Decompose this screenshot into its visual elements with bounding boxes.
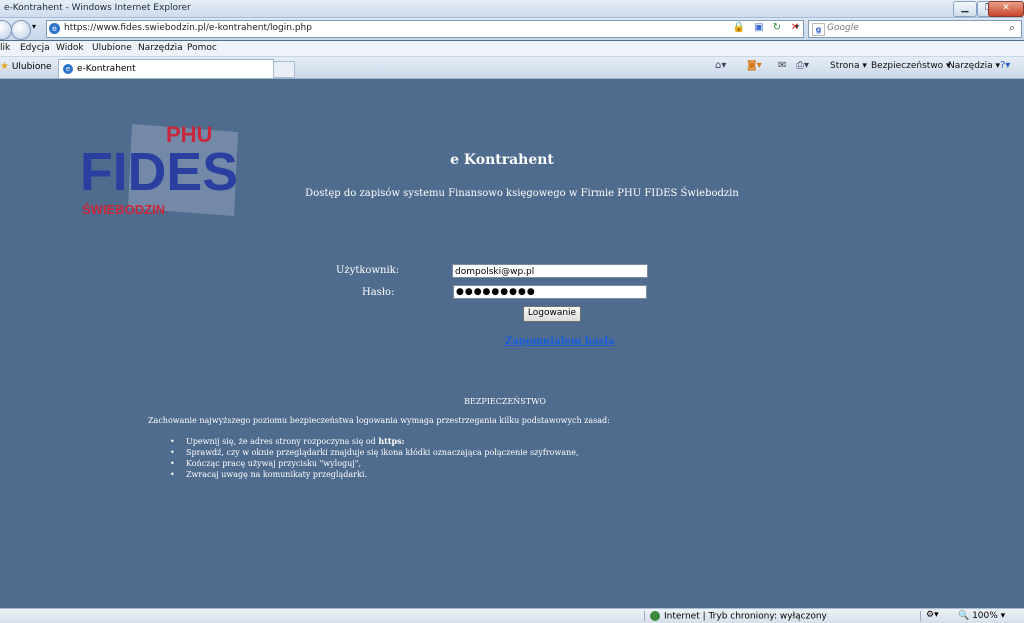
status-separator: [920, 611, 921, 621]
favorites-button[interactable]: ★ Ulubione: [0, 61, 52, 72]
username-input[interactable]: dompolski@wp.pl: [452, 264, 648, 278]
forward-button[interactable]: [11, 20, 31, 40]
page-title: e Kontrahent: [450, 152, 554, 168]
compatibility-view-icon[interactable]: ▣: [752, 21, 766, 35]
menu-tools[interactable]: Narzędzia: [138, 43, 183, 53]
safety-menu[interactable]: Bezpieczeństwo ▾: [871, 61, 951, 71]
tab-label: e-Kontrahent: [77, 64, 136, 74]
search-icon[interactable]: ⌕: [1009, 21, 1015, 35]
forgot-password-link[interactable]: Zapomniałem hasła: [505, 336, 615, 347]
menu-bar: lik Edycja Widok Ulubione Narzędzia Pomo…: [0, 41, 1024, 57]
refresh-icon[interactable]: ↻: [770, 21, 784, 35]
address-row: ▾ e https://www.fides.swiebodzin.pl/e-ko…: [0, 18, 1024, 40]
list-item: Zwracaj uwagę na komunikaty przeglądarki…: [170, 469, 579, 480]
security-heading: BEZPIECZEŃSTWO: [464, 397, 546, 406]
search-placeholder[interactable]: Google: [827, 23, 859, 33]
page-menu[interactable]: Strona ▾: [830, 61, 867, 71]
svg-text:ŚWIEBODZIN: ŚWIEBODZIN: [82, 202, 165, 217]
help-icon[interactable]: ?▾: [1000, 60, 1010, 71]
list-item: Upewnij się, że adres strony rozpoczyna …: [170, 436, 579, 447]
security-intro: Zachowanie najwyższego poziomu bezpiecze…: [148, 416, 610, 425]
protected-mode-icon[interactable]: ⚙▾: [926, 610, 939, 620]
zoom-level[interactable]: 🔍 100% ▾: [958, 611, 1005, 621]
menu-view[interactable]: Widok: [56, 43, 84, 53]
address-url[interactable]: https://www.fides.swiebodzin.pl/e-kontra…: [64, 23, 312, 33]
stop-icon[interactable]: ✕: [788, 21, 802, 35]
favorites-label: Ulubione: [11, 62, 52, 72]
page-subtitle: Dostęp do zapisów systemu Finansowo księ…: [305, 188, 739, 199]
password-label: Hasło:: [362, 287, 395, 298]
status-bar: Internet | Tryb chroniony: wyłączony ⚙▾ …: [0, 608, 1024, 623]
feeds-icon[interactable]: ◙▾: [747, 60, 762, 71]
menu-edit[interactable]: Edycja: [20, 43, 50, 53]
ie-tab-icon: e: [63, 64, 73, 74]
menu-help[interactable]: Pomoc: [187, 43, 217, 53]
menu-file[interactable]: lik: [0, 43, 10, 53]
tab-e-kontrahent[interactable]: e e-Kontrahent: [58, 59, 274, 78]
home-icon[interactable]: ⌂▾: [715, 60, 726, 71]
google-icon: g: [812, 23, 825, 36]
lock-icon[interactable]: 🔒: [732, 21, 746, 35]
minimize-button[interactable]: ▁: [953, 1, 977, 17]
fides-logo: PHU FIDES ŚWIEBODZIN: [80, 118, 238, 218]
mail-icon[interactable]: ✉: [778, 60, 786, 71]
password-input[interactable]: ●●●●●●●●●: [453, 285, 647, 299]
username-label: Użytkownik:: [336, 265, 400, 276]
status-separator: [644, 611, 645, 621]
security-zone[interactable]: Internet | Tryb chroniony: wyłączony: [650, 611, 827, 622]
login-button[interactable]: Logowanie: [523, 306, 581, 322]
ie-page-icon: e: [49, 23, 60, 34]
window-title-bar: e-Kontrahent - Windows Internet Explorer…: [0, 0, 1024, 18]
tab-bar: ★ Ulubione e e-Kontrahent ⌂▾ ◙▾ ✉ ⎙▾ Str…: [0, 57, 1024, 79]
list-item: Kończąc pracę używaj przycisku "wyloguj"…: [170, 458, 579, 469]
security-rules-list: Upewnij się, że adres strony rozpoczyna …: [170, 436, 579, 480]
print-icon[interactable]: ⎙▾: [796, 60, 809, 71]
list-item: Sprawdź, czy w oknie przeglądarki znajdu…: [170, 447, 579, 458]
tools-menu[interactable]: Narzędzia ▾: [948, 61, 1000, 71]
globe-icon: [650, 611, 660, 621]
nav-history-dropdown[interactable]: ▾: [32, 22, 36, 31]
close-window-button[interactable]: ✕: [988, 1, 1024, 17]
new-tab-button[interactable]: [273, 61, 295, 78]
menu-favorites[interactable]: Ulubione: [92, 43, 132, 53]
search-box[interactable]: g Google ⌕: [808, 20, 1022, 38]
address-bar[interactable]: e https://www.fides.swiebodzin.pl/e-kont…: [46, 20, 804, 38]
star-icon: ★: [0, 61, 9, 72]
window-title: e-Kontrahent - Windows Internet Explorer: [4, 3, 191, 13]
